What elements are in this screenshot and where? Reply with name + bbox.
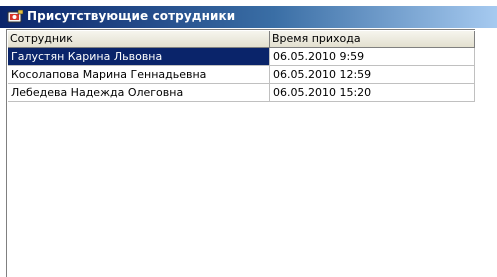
app-icon[interactable] (7, 9, 24, 25)
arrival-time-cell[interactable]: 06.05.2010 12:59 (270, 66, 475, 84)
employee-cell[interactable]: Лебедева Надежда Олеговна (8, 84, 270, 102)
column-header-employee[interactable]: Сотрудник (8, 31, 270, 47)
window-title: Присутствующие сотрудники (27, 9, 236, 23)
employee-cell[interactable]: Галустян Карина Львовна (8, 48, 270, 66)
grid-header: Сотрудник Время прихода (8, 31, 475, 48)
arrival-time-cell[interactable]: 06.05.2010 9:59 (270, 48, 475, 66)
table-row[interactable]: Галустян Карина Львовна 06.05.2010 9:59 (8, 48, 475, 66)
table-row[interactable]: Лебедева Надежда Олеговна 06.05.2010 15:… (8, 84, 475, 102)
title-bar[interactable]: Присутствующие сотрудники (0, 6, 497, 28)
grid-frame: Сотрудник Время прихода Галустян Карина … (6, 29, 475, 277)
present-employees-window: Присутствующие сотрудники Сотрудник Врем… (0, 0, 497, 277)
table-row[interactable]: Косолапова Марина Геннадьевна 06.05.2010… (8, 66, 475, 84)
employee-cell[interactable]: Косолапова Марина Геннадьевна (8, 66, 270, 84)
arrival-time-cell[interactable]: 06.05.2010 15:20 (270, 84, 475, 102)
column-header-arrival-time[interactable]: Время прихода (270, 31, 475, 47)
